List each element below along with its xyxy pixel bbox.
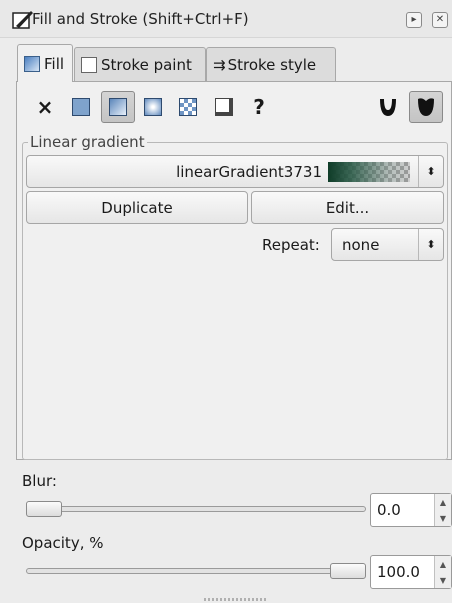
tab-fill[interactable]: Fill <box>17 44 73 82</box>
repeat-select[interactable]: none ⬍ <box>331 228 444 261</box>
chevron-updown-icon: ⬍ <box>418 156 443 187</box>
chevron-updown-icon: ⬍ <box>418 229 443 260</box>
gradient-select[interactable]: linearGradient3731 ⬍ <box>26 155 444 188</box>
unset-icon: ? <box>253 95 265 119</box>
radial-gradient-button[interactable] <box>138 92 168 122</box>
blur-spinbox[interactable]: 0.0 ▲ ▼ <box>370 493 452 527</box>
fill-rule-evenodd-button[interactable] <box>373 92 403 122</box>
unset-paint-button[interactable]: ? <box>244 92 274 122</box>
no-paint-button[interactable]: × <box>30 92 60 122</box>
swatch-icon <box>215 98 233 116</box>
duplicate-button[interactable]: Duplicate <box>26 191 248 224</box>
blur-label: Blur: <box>22 472 57 490</box>
linear-gradient-frame <box>22 142 448 460</box>
linear-gradient-frame-label: Linear gradient <box>28 133 147 151</box>
fill-rule-nonzero-button[interactable] <box>409 91 443 123</box>
flat-color-button[interactable] <box>66 92 96 122</box>
pattern-icon <box>179 98 197 116</box>
flat-color-icon <box>72 98 90 116</box>
gradient-name: linearGradient3731 <box>176 162 322 181</box>
linear-gradient-icon <box>109 98 127 116</box>
stroke-paint-icon <box>81 56 97 73</box>
repeat-value: none <box>342 235 380 254</box>
no-paint-icon: × <box>36 95 54 119</box>
opacity-slider-handle[interactable] <box>330 563 366 579</box>
tab-stroke-paint[interactable]: Stroke paint <box>74 47 206 81</box>
tab-stroke-style-label: Stroke style <box>227 55 317 74</box>
opacity-slider[interactable] <box>26 568 366 574</box>
fill-icon <box>24 55 40 72</box>
menu-button[interactable]: ▸ <box>406 12 422 28</box>
resize-grip[interactable] <box>204 598 266 601</box>
tab-fill-label: Fill <box>44 54 65 73</box>
opacity-spinbox[interactable]: 100.0 ▲ ▼ <box>370 555 452 589</box>
close-icon: ✕ <box>435 14 445 25</box>
blur-slider-handle[interactable] <box>26 501 62 517</box>
tab-stroke-style[interactable]: ⇉ Stroke style <box>206 47 336 81</box>
window-title: Fill and Stroke (Shift+Ctrl+F) <box>32 10 249 28</box>
edit-button[interactable]: Edit... <box>251 191 444 224</box>
gradient-preview <box>328 161 410 182</box>
tab-stroke-paint-label: Stroke paint <box>101 55 192 74</box>
blur-value: 0.0 <box>377 501 401 519</box>
pattern-button[interactable] <box>173 92 203 122</box>
stroke-style-icon: ⇉ <box>213 55 226 74</box>
radial-gradient-icon <box>144 98 162 116</box>
fill-rule-nonzero-icon <box>418 98 434 116</box>
fill-rule-evenodd-icon <box>380 99 396 116</box>
linear-gradient-button[interactable] <box>101 91 135 123</box>
blur-slider[interactable] <box>26 506 366 512</box>
play-icon: ▸ <box>411 14 417 25</box>
opacity-value: 100.0 <box>377 563 420 581</box>
spin-arrows-icon[interactable]: ▲ ▼ <box>434 494 451 526</box>
spin-arrows-icon[interactable]: ▲ ▼ <box>434 556 451 588</box>
fill-stroke-icon <box>12 11 33 29</box>
repeat-label: Repeat: <box>262 236 320 254</box>
close-button[interactable]: ✕ <box>432 12 448 28</box>
swatch-button[interactable] <box>209 92 239 122</box>
opacity-label: Opacity, % <box>22 534 104 552</box>
